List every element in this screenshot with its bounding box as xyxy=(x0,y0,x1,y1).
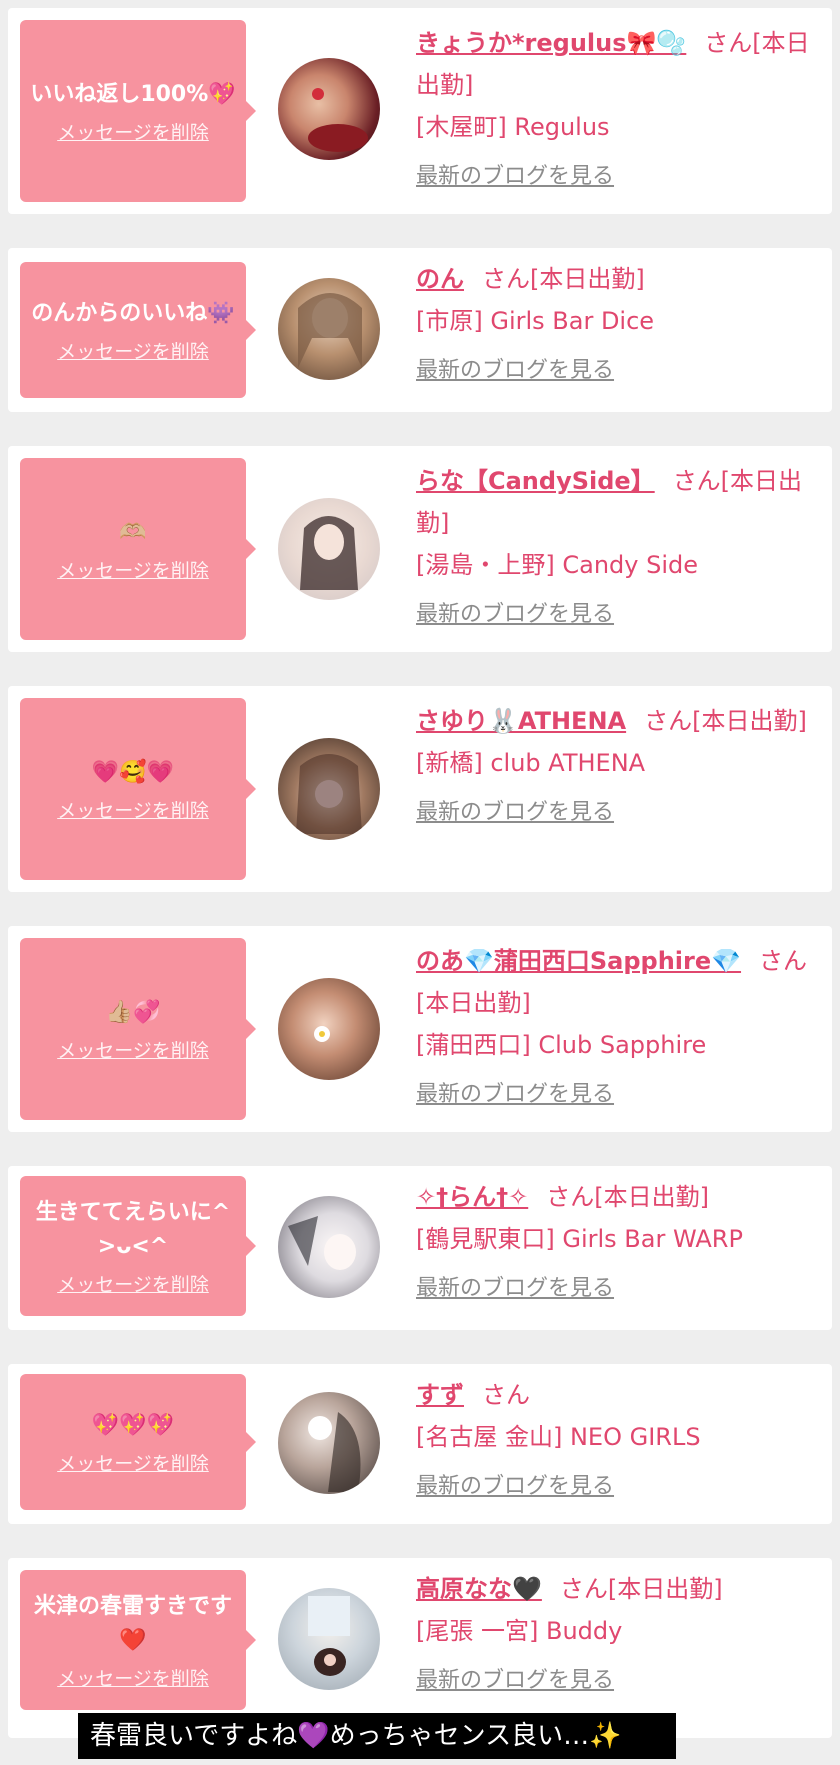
message-bubble: 🫶🏼 メッセージを削除 xyxy=(20,458,256,640)
avatar[interactable] xyxy=(278,498,380,600)
cast-info: さゆり🐰ATHENA さん[本日出勤] [新橋] club ATHENA 最新のブ… xyxy=(416,700,816,834)
cast-name-link[interactable]: すず xyxy=(416,1381,464,1409)
avatar[interactable] xyxy=(278,1196,380,1298)
avatar[interactable] xyxy=(278,1392,380,1494)
cast-name-link[interactable]: のあ💎蒲田西口Sapphire💎 xyxy=(416,947,741,975)
message-card: 米津の春雷すきです❤️ メッセージを削除 高原なな🖤 さん[本日出勤] [尾張 一… xyxy=(8,1558,832,1738)
message-text: のんからのいいね👾 xyxy=(31,300,235,326)
avatar-photo xyxy=(308,1596,350,1676)
message-bubble: のんからのいいね👾 メッセージを削除 xyxy=(20,262,256,398)
latest-blog-link[interactable]: 最新のブログを見る xyxy=(416,1074,816,1116)
latest-blog-link[interactable]: 最新のブログを見る xyxy=(416,1660,816,1702)
shop-name: [新橋] club ATHENA xyxy=(416,749,646,777)
avatar-photo xyxy=(300,516,358,590)
cast-info: のん さん[本日出勤] [市原] Girls Bar Dice 最新のブログを見る xyxy=(416,258,816,392)
cast-info: きょうか*regulus🎀🫧 さん[本日出勤] [木屋町] Regulus 最新の… xyxy=(416,22,816,198)
message-bubble: 米津の春雷すきです❤️ メッセージを削除 xyxy=(20,1570,256,1710)
avatar-photo xyxy=(314,1026,330,1042)
message-card: いいね返し100%💖 メッセージを削除 きょうか*regulus🎀🫧 さん[本日出… xyxy=(8,8,832,214)
avatar-photo xyxy=(298,293,362,368)
delete-message-link[interactable]: メッセージを削除 xyxy=(57,118,209,145)
message-bubble: 生きててえらいに^>ᴗ<^ メッセージを削除 xyxy=(20,1176,256,1316)
cast-name-link[interactable]: ✧†らん†✧ xyxy=(416,1183,528,1211)
video-caption: 春雷良いですよね💜めっちゃセンス良い…✨ xyxy=(78,1713,676,1759)
message-card: 💗🥰💗 メッセージを削除 さゆり🐰ATHENA さん[本日出勤] [新橋] clu… xyxy=(8,686,832,892)
cast-info: らな【CandySide】 さん[本日出勤] [湯島・上野] Candy Side… xyxy=(416,460,816,636)
delete-message-link[interactable]: メッセージを削除 xyxy=(57,1036,209,1063)
cast-name-link[interactable]: のん xyxy=(416,265,464,293)
message-bubble: 💗🥰💗 メッセージを削除 xyxy=(20,698,256,880)
shop-name: [鶴見駅東口] Girls Bar WARP xyxy=(416,1225,743,1253)
cast-info: ✧†らん†✧ さん[本日出勤] [鶴見駅東口] Girls Bar WARP 最新… xyxy=(416,1176,816,1310)
delete-message-link[interactable]: メッセージを削除 xyxy=(57,1664,209,1691)
avatar-photo xyxy=(296,754,362,834)
message-bubble: いいね返し100%💖 メッセージを削除 xyxy=(20,20,256,202)
shop-name: [湯島・上野] Candy Side xyxy=(416,551,698,579)
latest-blog-link[interactable]: 最新のブログを見る xyxy=(416,1466,816,1508)
message-bubble: 👍🏼💞 メッセージを削除 xyxy=(20,938,256,1120)
message-text: 生きててえらいに^>ᴗ<^ xyxy=(35,1199,231,1259)
message-card: のんからのいいね👾 メッセージを削除 のん さん[本日出勤] [市原] Girls… xyxy=(8,248,832,412)
cast-info: すず さん [名古屋 金山] NEO GIRLS 最新のブログを見る xyxy=(416,1374,816,1508)
cast-info: のあ💎蒲田西口Sapphire💎 さん[本日出勤] [蒲田西口] Club Sap… xyxy=(416,940,816,1116)
shop-name: [名古屋 金山] NEO GIRLS xyxy=(416,1423,701,1451)
avatar-photo xyxy=(308,1412,361,1492)
message-text: 米津の春雷すきです❤️ xyxy=(33,1593,232,1653)
delete-message-link[interactable]: メッセージを削除 xyxy=(57,796,209,823)
avatar-photo xyxy=(308,88,368,152)
message-card: 👍🏼💞 メッセージを削除 のあ💎蒲田西口Sapphire💎 さん[本日出勤] [蒲… xyxy=(8,926,832,1132)
latest-blog-link[interactable]: 最新のブログを見る xyxy=(416,792,816,834)
delete-message-link[interactable]: メッセージを削除 xyxy=(57,1270,209,1297)
message-text: 👍🏼💞 xyxy=(105,999,161,1025)
cast-name-link[interactable]: らな【CandySide】 xyxy=(416,467,655,495)
san-status: さん xyxy=(482,1381,530,1409)
san-status: さん[本日出勤] xyxy=(482,265,645,293)
message-card: 🫶🏼 メッセージを削除 らな【CandySide】 さん[本日出勤] [湯島・上野… xyxy=(8,446,832,652)
message-text: 🫶🏼 xyxy=(119,519,147,545)
latest-blog-link[interactable]: 最新のブログを見る xyxy=(416,594,816,636)
avatar[interactable] xyxy=(278,738,380,840)
cast-name-link[interactable]: きょうか*regulus🎀🫧 xyxy=(416,29,686,57)
shop-name: [蒲田西口] Club Sapphire xyxy=(416,1031,707,1059)
cast-name-link[interactable]: 高原なな🖤 xyxy=(416,1575,542,1603)
san-status: さん[本日出勤] xyxy=(559,1575,723,1603)
cast-info: 高原なな🖤 さん[本日出勤] [尾張 一宮] Buddy 最新のブログを見る xyxy=(416,1568,816,1702)
avatar-photo xyxy=(288,1216,356,1270)
delete-message-link[interactable]: メッセージを削除 xyxy=(57,556,209,583)
avatar[interactable] xyxy=(278,58,380,160)
shop-name: [木屋町] Regulus xyxy=(416,113,610,141)
san-status: さん[本日出勤] xyxy=(546,1183,709,1211)
avatar[interactable] xyxy=(278,978,380,1080)
message-card: 生きててえらいに^>ᴗ<^ メッセージを削除 ✧†らん†✧ さん[本日出勤] [鶴… xyxy=(8,1166,832,1330)
message-text: 💖💖💖 xyxy=(91,1412,175,1438)
message-text: いいね返し100%💖 xyxy=(30,81,236,107)
delete-message-link[interactable]: メッセージを削除 xyxy=(57,1449,209,1476)
message-bubble: 💖💖💖 メッセージを削除 xyxy=(20,1374,256,1510)
shop-name: [市原] Girls Bar Dice xyxy=(416,307,655,335)
latest-blog-link[interactable]: 最新のブログを見る xyxy=(416,350,816,392)
delete-message-link[interactable]: メッセージを削除 xyxy=(57,337,209,364)
avatar[interactable] xyxy=(278,278,380,380)
latest-blog-link[interactable]: 最新のブログを見る xyxy=(416,156,816,198)
latest-blog-link[interactable]: 最新のブログを見る xyxy=(416,1268,816,1310)
message-card: 💖💖💖 メッセージを削除 すず さん [名古屋 金山] NEO GIRLS 最新の… xyxy=(8,1364,832,1524)
cast-name-link[interactable]: さゆり🐰ATHENA xyxy=(416,707,626,735)
san-status: さん[本日出勤] xyxy=(644,707,807,735)
avatar[interactable] xyxy=(278,1588,380,1690)
message-text: 💗🥰💗 xyxy=(91,759,175,785)
shop-name: [尾張 一宮] Buddy xyxy=(416,1617,623,1645)
